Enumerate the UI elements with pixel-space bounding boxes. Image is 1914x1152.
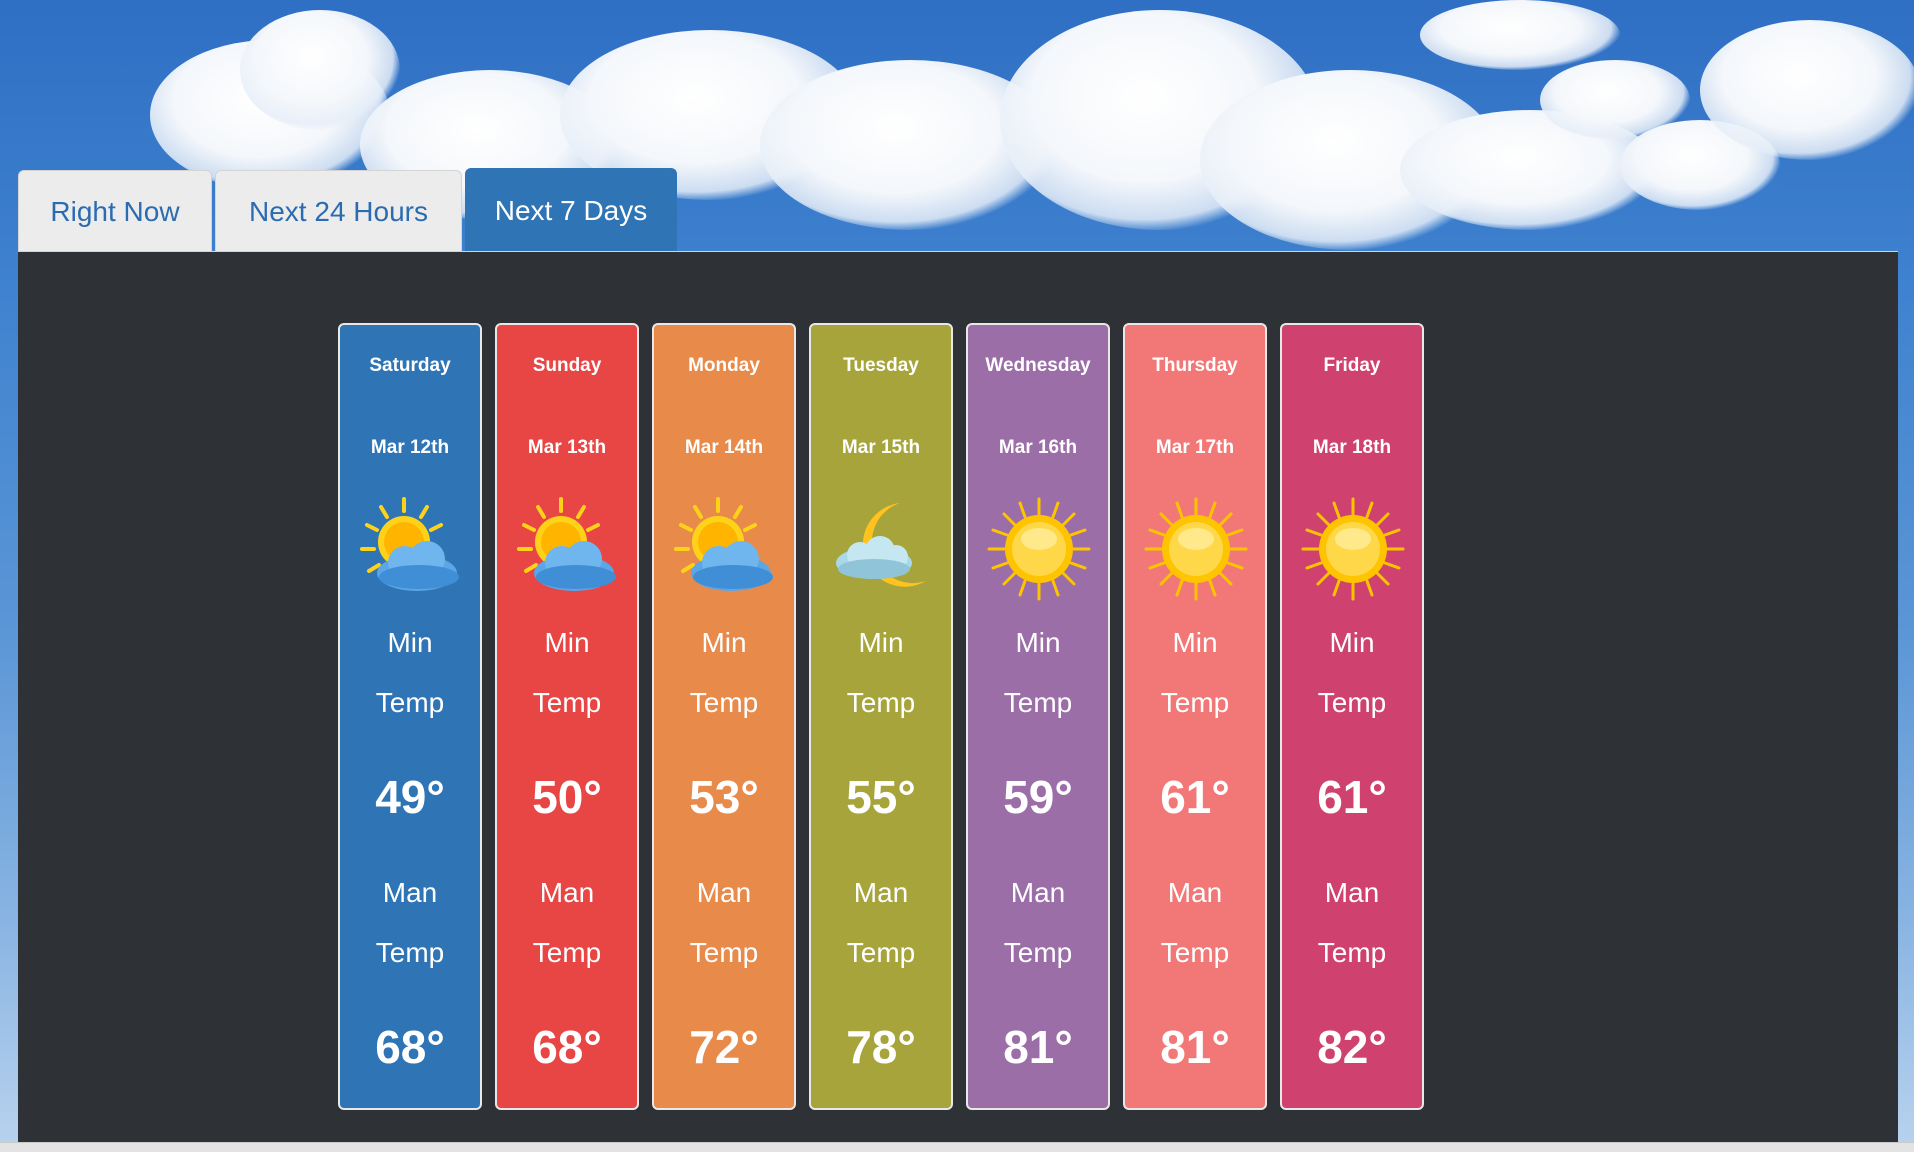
max-temp-label: Temp [375, 937, 445, 968]
day-card-friday: Friday Mar 18th Min Temp 61° Man Temp 82° [1280, 323, 1424, 1110]
window-bottom-edge [0, 1142, 1914, 1152]
max-temp-value: 68° [375, 1021, 445, 1073]
day-date: Mar 15th [841, 437, 921, 458]
sunny-icon [1301, 497, 1405, 601]
max-temp-value: 81° [1160, 1021, 1230, 1073]
day-card-tuesday: Tuesday Mar 15th Min Temp 55° Man Temp 78° [809, 323, 953, 1110]
max-temp-label: Temp [846, 937, 916, 968]
day-date: Mar 12th [370, 437, 450, 458]
day-card-thursday: Thursday Mar 17th Min Temp 61° Man Temp 81° [1123, 323, 1267, 1110]
max-temp-value: 72° [689, 1021, 759, 1073]
min-temp-value: 55° [846, 771, 916, 823]
partly-cloudy-day-icon [673, 497, 777, 601]
min-temp-label: Temp [1160, 687, 1230, 718]
min-temp-value: 50° [532, 771, 602, 823]
day-date: Mar 14th [684, 437, 764, 458]
day-card-saturday: Saturday Mar 12th Min Temp 49° Man Temp 68° [338, 323, 482, 1110]
max-temp-label: Temp [1160, 937, 1230, 968]
max-temp-label: Temp [1317, 937, 1387, 968]
day-date: Mar 16th [998, 437, 1078, 458]
max-label: Man [696, 877, 752, 908]
day-name: Wednesday [985, 355, 1091, 376]
day-date: Mar 13th [527, 437, 607, 458]
sunny-icon [1144, 497, 1248, 601]
max-label: Man [539, 877, 595, 908]
max-label: Man [382, 877, 438, 908]
sunny-icon [987, 497, 1091, 601]
min-temp-label: Temp [1003, 687, 1073, 718]
page: Right Now Next 24 Hours Next 7 Days Satu… [0, 0, 1914, 1152]
min-temp-value: 59° [1003, 771, 1073, 823]
min-temp-value: 61° [1317, 771, 1387, 823]
min-label: Min [1172, 627, 1218, 658]
partly-cloudy-day-icon [516, 497, 620, 601]
day-card-sunday: Sunday Mar 13th Min Temp 50° Man Temp 68° [495, 323, 639, 1110]
min-temp-label: Temp [532, 687, 602, 718]
day-name: Monday [688, 355, 760, 376]
min-label: Min [387, 627, 433, 658]
min-temp-label: Temp [689, 687, 759, 718]
partly-cloudy-day-icon [359, 497, 463, 601]
day-card-monday: Monday Mar 14th Min Temp 53° Man Temp 72° [652, 323, 796, 1110]
max-label: Man [1010, 877, 1066, 908]
max-label: Man [1167, 877, 1223, 908]
max-temp-label: Temp [532, 937, 602, 968]
tab-next-24-hours[interactable]: Next 24 Hours [215, 170, 462, 252]
min-label: Min [544, 627, 590, 658]
tab-bar: Right Now Next 24 Hours Next 7 Days [18, 168, 680, 252]
min-temp-value: 49° [375, 771, 445, 823]
min-temp-value: 61° [1160, 771, 1230, 823]
min-label: Min [701, 627, 747, 658]
min-label: Min [1329, 627, 1375, 658]
min-temp-value: 53° [689, 771, 759, 823]
tab-right-now[interactable]: Right Now [18, 170, 212, 252]
day-name: Thursday [1152, 355, 1238, 376]
max-temp-value: 78° [846, 1021, 916, 1073]
day-name: Friday [1323, 355, 1381, 376]
cloudy-night-icon [830, 497, 934, 601]
day-date: Mar 18th [1312, 437, 1392, 458]
max-temp-value: 81° [1003, 1021, 1073, 1073]
tab-next-7-days[interactable]: Next 7 Days [465, 168, 677, 252]
day-name: Tuesday [843, 355, 919, 376]
max-temp-value: 68° [532, 1021, 602, 1073]
min-temp-label: Temp [1317, 687, 1387, 718]
max-temp-label: Temp [1003, 937, 1073, 968]
min-temp-label: Temp [375, 687, 445, 718]
max-temp-value: 82° [1317, 1021, 1387, 1073]
forecast-days: Saturday Mar 12th Min Temp 49° Man Temp 68° Sun… [338, 323, 1424, 1110]
min-label: Min [858, 627, 904, 658]
min-temp-label: Temp [846, 687, 916, 718]
day-name: Sunday [532, 355, 602, 376]
day-card-wednesday: Wednesday Mar 16th Min Temp 59° Man Temp 81° [966, 323, 1110, 1110]
day-name: Saturday [369, 355, 451, 376]
max-temp-label: Temp [689, 937, 759, 968]
max-label: Man [853, 877, 909, 908]
min-label: Min [1015, 627, 1061, 658]
day-date: Mar 17th [1155, 437, 1235, 458]
max-label: Man [1324, 877, 1380, 908]
